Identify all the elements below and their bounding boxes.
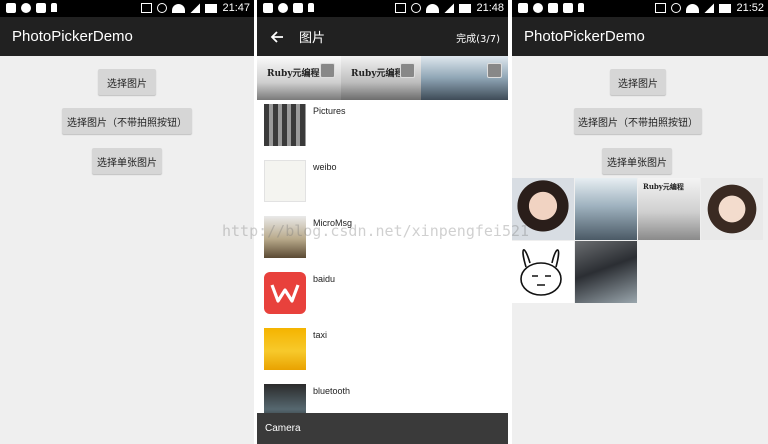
- current-folder-bar[interactable]: Camera: [257, 413, 508, 444]
- wifi-icon: [686, 3, 700, 13]
- pick-photos-button[interactable]: 选择图片: [98, 69, 156, 95]
- folder-name: bluetooth: [313, 386, 351, 396]
- screen-home-1: 21:47 PhotoPickerDemo 选择图片 选择图片（不带拍照按钮） …: [0, 0, 254, 444]
- notification-icons: [263, 3, 314, 13]
- checkbox-icon[interactable]: [400, 63, 415, 78]
- battery-icon: [719, 3, 732, 13]
- pick-single-photo-button[interactable]: 选择单张图片: [602, 148, 672, 174]
- notification-icon: [308, 3, 314, 12]
- folder-list: Pictures weibo MicroMsg baidu taxi bluet…: [257, 100, 508, 436]
- folder-name: taxi: [313, 330, 328, 340]
- photo-book-cover[interactable]: Ruby元编程: [638, 178, 700, 240]
- bunny-sticker-icon: [520, 249, 562, 296]
- signal-icon: [704, 3, 715, 13]
- back-arrow-icon[interactable]: [269, 29, 285, 45]
- wifi-icon: [426, 3, 440, 13]
- photo-thumbnail[interactable]: Ruby元编程: [341, 56, 421, 100]
- checkbox-icon[interactable]: [487, 63, 502, 78]
- app-title: PhotoPickerDemo: [512, 17, 768, 56]
- notification-icon: [36, 3, 46, 13]
- folder-item-pictures[interactable]: Pictures: [257, 100, 508, 156]
- notification-icons: [518, 3, 584, 13]
- system-icons: 21:52: [655, 2, 764, 14]
- status-time: 21:47: [222, 2, 250, 14]
- status-bar: 21:47: [0, 0, 254, 17]
- signal-icon: [444, 3, 455, 13]
- notification-icon: [293, 3, 303, 13]
- status-bar: 21:48: [257, 0, 508, 17]
- folder-thumbnail: [264, 328, 306, 370]
- screen-photo-picker: 21:48 图片 完成(3/7) Ruby元编程 Ruby元编程 Picture…: [257, 0, 508, 444]
- notification-icon: [278, 3, 288, 13]
- alarm-icon: [671, 3, 682, 13]
- picker-title: 图片: [299, 31, 326, 46]
- alarm-icon: [411, 3, 422, 13]
- photo-selfie-girl-1[interactable]: [512, 178, 574, 240]
- notification-icon: [548, 3, 558, 13]
- folder-thumbnail: [264, 272, 306, 314]
- folder-item-taxi[interactable]: taxi: [257, 324, 508, 380]
- notification-icon: [518, 3, 528, 13]
- selected-photos-strip: Ruby元编程 Ruby元编程: [257, 56, 508, 100]
- nfc-icon: [141, 3, 153, 13]
- battery-icon: [459, 3, 472, 13]
- picker-toolbar: 图片 完成(3/7): [257, 17, 508, 56]
- notification-icon: [51, 3, 57, 12]
- folder-item-micromsg[interactable]: MicroMsg: [257, 212, 508, 268]
- checkbox-icon[interactable]: [320, 63, 335, 78]
- system-icons: 21:48: [395, 2, 504, 14]
- photo-laptop-desk[interactable]: [575, 241, 637, 303]
- signal-icon: [190, 3, 201, 13]
- folder-name: MicroMsg: [313, 218, 353, 228]
- notification-icon: [6, 3, 16, 13]
- wifi-icon: [172, 3, 186, 13]
- pick-photos-no-camera-button[interactable]: 选择图片（不带拍照按钮）: [574, 108, 702, 134]
- notification-icon: [263, 3, 273, 13]
- photo-thumbnail[interactable]: Ruby元编程: [257, 56, 341, 100]
- status-time: 21:52: [736, 2, 764, 14]
- photo-caption: Ruby元编程: [267, 69, 320, 79]
- system-icons: 21:47: [141, 2, 250, 14]
- photo-selfie-girl-2[interactable]: [701, 178, 763, 240]
- status-bar: 21:52: [512, 0, 768, 17]
- pick-photos-no-camera-button[interactable]: 选择图片（不带拍照按钮）: [62, 108, 192, 134]
- pick-photos-button[interactable]: 选择图片: [610, 69, 666, 95]
- notification-icon: [578, 3, 584, 12]
- current-folder-label: Camera: [265, 423, 301, 434]
- folder-thumbnail: [264, 104, 306, 146]
- done-button[interactable]: 完成(3/7): [456, 30, 500, 45]
- folder-name: Pictures: [313, 106, 346, 116]
- folder-thumbnail: [264, 216, 306, 258]
- screen-home-2: 21:52 PhotoPickerDemo 选择图片 选择图片（不带拍照按钮） …: [512, 0, 768, 444]
- photo-bunny-sticker[interactable]: [512, 241, 574, 303]
- photo-caption: Ruby元编程: [351, 69, 404, 79]
- folder-item-baidu[interactable]: baidu: [257, 268, 508, 324]
- app-title: PhotoPickerDemo: [0, 17, 254, 56]
- notification-icons: [6, 3, 57, 13]
- nfc-icon: [395, 3, 407, 13]
- wps-logo-icon: [270, 284, 300, 303]
- book-caption: Ruby元编程: [643, 182, 684, 191]
- notification-icon: [533, 3, 543, 13]
- pick-single-photo-button[interactable]: 选择单张图片: [92, 148, 162, 174]
- folder-item-weibo[interactable]: weibo: [257, 156, 508, 212]
- alarm-icon: [157, 3, 168, 13]
- notification-icon: [21, 3, 31, 13]
- photo-office-room[interactable]: [575, 178, 637, 240]
- battery-icon: [205, 3, 218, 13]
- notification-icon: [563, 3, 573, 13]
- folder-thumbnail: [264, 160, 306, 202]
- nfc-icon: [655, 3, 667, 13]
- photo-thumbnail[interactable]: [421, 56, 508, 100]
- folder-name: weibo: [313, 162, 337, 172]
- status-time: 21:48: [476, 2, 504, 14]
- folder-name: baidu: [313, 274, 336, 284]
